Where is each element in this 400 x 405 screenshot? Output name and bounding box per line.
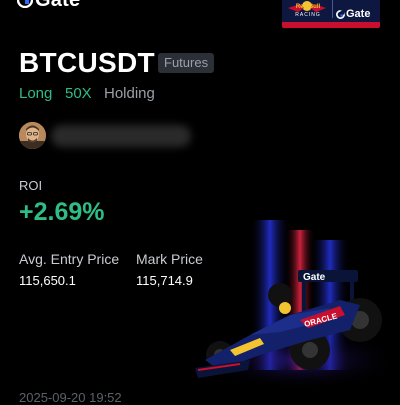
timestamp: 2025-09-20 19:52 — [19, 390, 122, 405]
gate-logo-icon — [336, 9, 345, 19]
badge-divider — [332, 0, 333, 18]
brand-name: Gate — [35, 0, 80, 12]
badge-gate-text: Gate — [346, 8, 371, 20]
gate-logo-icon — [17, 0, 33, 8]
entry-price-value: 115,650.1 — [19, 273, 76, 288]
f1-car-illustration: Gate ORACLE — [195, 220, 400, 390]
market-type-tag: Futures — [158, 53, 215, 73]
entry-price-label: Avg. Entry Price — [19, 251, 120, 267]
badge-gate-logo: Gate — [336, 8, 370, 20]
team-name: Red Bull — [295, 4, 321, 10]
roi-value: +2.69% — [19, 198, 105, 226]
svg-text:Gate: Gate — [303, 272, 326, 283]
partner-badge: Red Bull RACING Gate — [282, 0, 380, 28]
roi-label: ROI — [19, 178, 43, 193]
leverage: 50X — [65, 85, 92, 102]
position-side: Long — [19, 85, 53, 102]
avatar-portrait-icon — [19, 122, 46, 149]
badge-stripe — [282, 22, 380, 28]
trading-symbol: BTCUSDT — [19, 47, 155, 78]
username-redacted — [51, 125, 191, 147]
racing-text: RACING — [295, 12, 321, 18]
user-avatar — [19, 122, 46, 149]
gate-logo: Gate — [17, 0, 80, 12]
mark-price-value: 115,714.9 — [136, 273, 193, 288]
position-status: Holding — [104, 85, 155, 102]
